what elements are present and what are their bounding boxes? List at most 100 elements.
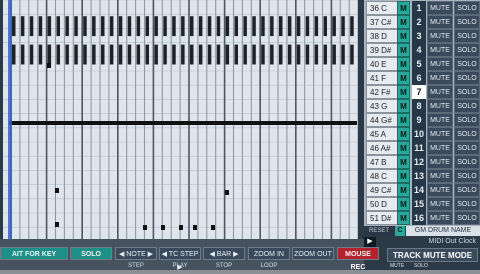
mute-button[interactable]: MUTE [427,113,453,127]
dark-key-cell [154,16,158,37]
mute-button[interactable]: MUTE [427,99,453,113]
mute-button[interactable]: MUTE [427,85,453,99]
dark-key-cell [287,44,292,65]
note-name[interactable]: 40 E [366,57,398,71]
solo-button[interactable]: SOLO [454,141,480,155]
tc-step-nav-button[interactable]: ◀ TC STEP ▶ [159,247,201,271]
solo-button[interactable]: SOLO [454,85,480,99]
mode-m-button[interactable]: M [397,127,410,141]
solo-button[interactable]: SOLO [454,113,480,127]
solo-button[interactable]: SOLO [454,183,480,197]
dark-key-cell [279,16,283,37]
note-name[interactable]: 44 G# [366,113,398,127]
track-number: 6 [412,71,426,85]
zoom-in-button[interactable]: ZOOM IN [248,247,290,260]
mode-m-button[interactable]: M [397,197,410,211]
dark-key-cell [350,44,354,65]
solo-button[interactable]: SOLO [454,127,480,141]
mouse-rec-button[interactable]: MOUSE REC [337,247,379,271]
note-name[interactable]: 37 C# [366,15,398,29]
bar-nav-button[interactable]: ◀ BAR ▶ [203,247,245,260]
reset-button[interactable]: RESET [364,226,394,236]
play-icon[interactable]: ▶ [364,237,376,247]
zoom-out-button[interactable]: ZOOM OUT [292,247,334,260]
note-name[interactable]: 43 G [366,99,398,113]
mute-button[interactable]: MUTE [427,57,453,71]
dark-key-cell [109,16,114,37]
mode-m-button[interactable]: M [397,85,410,99]
mode-m-button[interactable]: M [397,1,410,15]
mode-m-button[interactable]: M [397,99,410,113]
solo-button[interactable]: SOLO [454,1,480,15]
mode-m-button[interactable]: M [397,29,410,43]
mode-m-button[interactable]: M [397,155,410,169]
note-name[interactable]: 49 C# [366,183,398,197]
track-mute-mode-button[interactable]: TRACK MUTE MODE [387,248,478,262]
mode-m-button[interactable]: M [397,71,410,85]
mute-button[interactable]: MUTE [427,183,453,197]
note-name[interactable]: 45 A [366,127,398,141]
mute-button[interactable]: MUTE [427,29,453,43]
note-name[interactable]: 47 B [366,155,398,169]
solo-button[interactable]: SOLO [454,29,480,43]
mute-button[interactable]: MUTE [427,71,453,85]
mute-button[interactable]: MUTE [427,169,453,183]
mode-m-button[interactable]: M [397,211,410,225]
note-name[interactable]: 42 F# [366,85,398,99]
solo-button[interactable]: SOLO [454,99,480,113]
track-solo-label: SOLO [414,263,428,269]
solo-button[interactable]: SOLO [454,197,480,211]
mute-button[interactable]: MUTE [427,127,453,141]
mode-m-button[interactable]: M [397,57,410,71]
piano-roll-grid[interactable] [3,0,358,239]
solo-button[interactable]: SOLO [70,247,112,260]
mode-m-button[interactable]: M [397,43,410,57]
note-hit [225,190,229,195]
dark-key-cell [190,16,194,37]
dark-key-cell [154,44,158,65]
mode-m-button[interactable]: M [397,183,410,197]
solo-button[interactable]: SOLO [454,15,480,29]
mute-button[interactable]: MUTE [427,15,453,29]
note-name[interactable]: 46 A# [366,141,398,155]
playhead[interactable] [8,0,12,239]
dark-key-cell [136,44,141,65]
gm-drum-name-button[interactable]: GM DRUM NAME [406,226,480,236]
mode-m-button[interactable]: M [397,141,410,155]
mute-button[interactable]: MUTE [427,155,453,169]
solo-button[interactable]: SOLO [454,71,480,85]
mute-button[interactable]: MUTE [427,197,453,211]
note-name[interactable]: 39 D# [366,43,398,57]
mute-button[interactable]: MUTE [427,211,453,225]
mute-button[interactable]: MUTE [427,43,453,57]
track-number: 12 [412,155,426,169]
note-name[interactable]: 50 D [366,197,398,211]
note-name[interactable]: 48 C [366,169,398,183]
note-name[interactable]: 51 D# [366,211,398,225]
note-name[interactable]: 36 C [366,1,398,15]
solo-button[interactable]: SOLO [454,57,480,71]
c-toggle[interactable]: C [395,226,405,236]
note-name[interactable]: 41 F [366,71,398,85]
mute-button[interactable]: MUTE [427,1,453,15]
mode-m-button[interactable]: M [397,169,410,183]
grid-canvas[interactable] [3,0,358,239]
dark-key-cell [38,16,43,37]
mode-m-button[interactable]: M [397,113,410,127]
note-hit [47,63,51,68]
dark-key-cell [12,16,16,37]
note-list: 36 C M 1 MUTE SOLO 37 C# M 2 MUTE SOLO 38 D M 3 MUTE S… [364,0,480,226]
note-name[interactable]: 38 D [366,29,398,43]
wait-for-key-button[interactable]: AIT FOR KEY [0,247,68,260]
dark-key-cell [296,44,301,65]
dark-key-cell [287,16,292,37]
solo-button[interactable]: SOLO [454,211,480,225]
solo-button[interactable]: SOLO [454,155,480,169]
dark-key-cell [314,44,319,65]
solo-button[interactable]: SOLO [454,169,480,183]
note-nav-button[interactable]: ◀ NOTE ▶ [115,247,157,260]
mode-m-button[interactable]: M [397,15,410,29]
mute-button[interactable]: MUTE [427,141,453,155]
dark-key-cell [296,16,301,37]
solo-button[interactable]: SOLO [454,43,480,57]
